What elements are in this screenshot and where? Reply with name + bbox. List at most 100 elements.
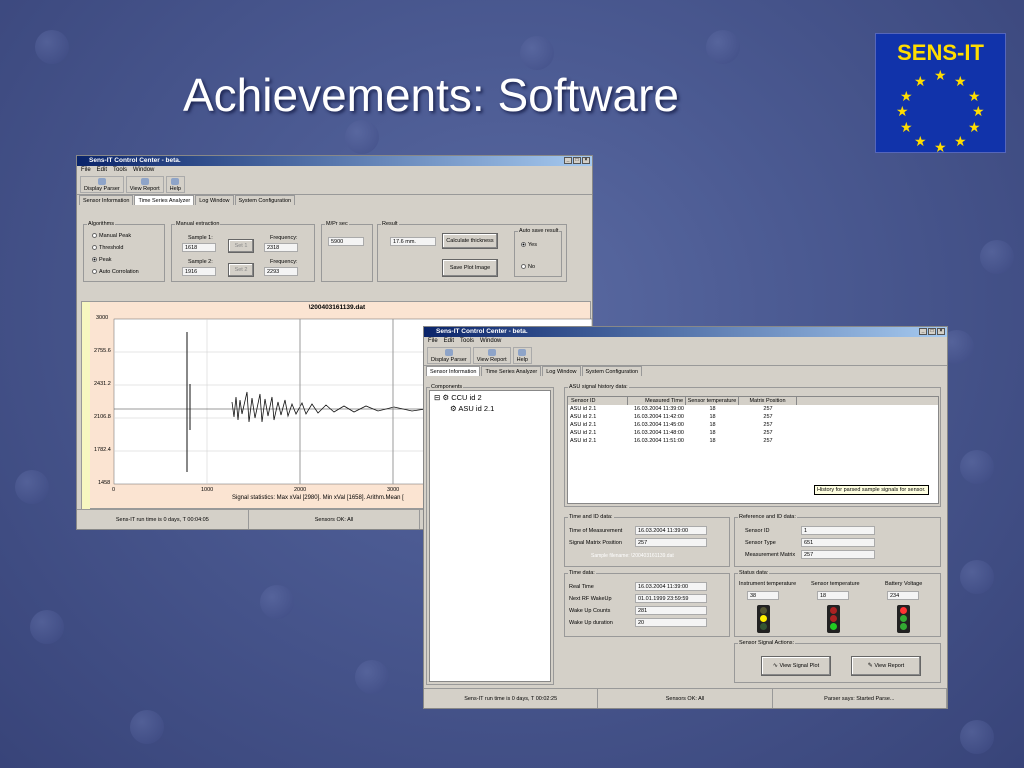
- tab-log-window[interactable]: Log Window: [542, 366, 581, 376]
- ytick-1458: 1458: [98, 480, 111, 486]
- table-cell: 16.03.2004 11:45:00: [633, 422, 684, 428]
- menu-file[interactable]: File: [428, 337, 438, 346]
- sample1-field[interactable]: 1618: [182, 243, 216, 252]
- tab-sensor-information[interactable]: Sensor Information: [79, 195, 134, 205]
- status-sensors: Sensors OK: All: [249, 510, 421, 529]
- menu-edit[interactable]: Edit: [97, 166, 107, 175]
- menu-edit[interactable]: Edit: [444, 337, 454, 346]
- display-parser-button[interactable]: Display Parser: [80, 176, 124, 193]
- table-row[interactable]: ASU id 2.1 16.03.2004 11:45:00 18 257: [568, 421, 938, 429]
- radio-threshold[interactable]: Threshold: [92, 245, 123, 251]
- table-row[interactable]: ASU id 2.1 16.03.2004 11:51:00 18 257: [568, 437, 938, 445]
- sensor-temp-field: 18: [817, 591, 849, 600]
- help-button[interactable]: Help: [512, 347, 532, 364]
- result-group: Result 17.6 mm. Calculate thickness Save…: [377, 221, 567, 282]
- calculate-thickness-button[interactable]: Calculate thickness: [442, 233, 498, 249]
- table-cell: 257: [763, 414, 773, 420]
- table-cell: 18: [709, 438, 716, 444]
- time-data-group: Time data: Real Time 16.03.2004 11:39:00…: [564, 570, 730, 637]
- tab-system-configuration[interactable]: System Configuration: [581, 366, 643, 376]
- star-icon: ★: [954, 73, 967, 89]
- mpr-sec-group: M/Pr sec 5900: [321, 221, 373, 282]
- display-parser-button[interactable]: Display Parser: [427, 347, 471, 364]
- star-icon: ★: [900, 119, 913, 135]
- close-button[interactable]: ×: [937, 328, 945, 335]
- tree-node-asu[interactable]: ⚙ ASU id 2.1: [450, 404, 494, 413]
- table-cell: 18: [709, 430, 716, 436]
- battery-voltage-field: 234: [887, 591, 919, 600]
- auto-save-group: Auto save result Yes No: [514, 228, 562, 277]
- tree-node-ccu[interactable]: ⊟ ⚙ CCU id 2: [434, 393, 482, 402]
- tab-sensor-information[interactable]: Sensor Information: [426, 366, 481, 376]
- help-button[interactable]: Help: [165, 176, 185, 193]
- tab-log-window[interactable]: Log Window: [195, 195, 234, 205]
- table-cell: 18: [709, 406, 716, 412]
- xtick-2000: 2000: [294, 487, 307, 493]
- result-field: 17.6 mm.: [390, 237, 436, 246]
- status-data-group: Status data: Instrument temperature Sens…: [734, 570, 941, 637]
- parser-icon: [97, 178, 106, 185]
- view-signal-plot-button[interactable]: ∿ View Signal Plot: [761, 656, 831, 676]
- table-cell: ASU id 2.1: [570, 406, 597, 412]
- signal-icon: ∿: [772, 663, 778, 669]
- maximize-button[interactable]: □: [928, 328, 936, 335]
- ytick-2431: 2431.2: [94, 381, 111, 387]
- table-row[interactable]: ASU id 2.1 16.03.2004 11:42:00 18 257: [568, 413, 938, 421]
- menu-tools[interactable]: Tools: [460, 337, 474, 346]
- mpr-sec-field[interactable]: 5900: [328, 237, 364, 246]
- sample2-field[interactable]: 1916: [182, 267, 216, 276]
- star-icon: ★: [896, 103, 909, 119]
- freq1-field[interactable]: 2318: [264, 243, 298, 252]
- ytick-3000: 3000: [96, 315, 109, 321]
- freq2-field[interactable]: 2293: [264, 267, 298, 276]
- menu-file[interactable]: File: [81, 166, 91, 175]
- maximize-button[interactable]: □: [573, 157, 581, 164]
- algorithms-group: Algorithms Manual Peak Threshold Peak Au…: [83, 221, 165, 282]
- star-icon: ★: [968, 119, 981, 135]
- table-cell: 16.03.2004 11:39:00: [633, 406, 684, 412]
- reference-id-group: Reference and ID data: Sensor ID 1 Senso…: [734, 514, 941, 567]
- view-report-button[interactable]: View Report: [125, 176, 164, 193]
- table-cell: 16.03.2004 11:48:00: [633, 430, 684, 436]
- radio-manual-peak[interactable]: Manual Peak: [92, 233, 131, 239]
- menu-window[interactable]: Window: [133, 166, 154, 175]
- set2-button[interactable]: Set 2: [228, 263, 254, 277]
- radio-auto-corrolation[interactable]: Auto Corrolation: [92, 269, 139, 275]
- tab-time-series-analyzer[interactable]: Time Series Analyzer: [134, 195, 195, 205]
- status-parser: Parser says: Started Parse...: [773, 689, 947, 708]
- table-cell: 257: [763, 430, 773, 436]
- set1-button[interactable]: Set 1: [228, 239, 254, 253]
- table-row[interactable]: ASU id 2.1 16.03.2004 11:48:00 18 257: [568, 429, 938, 437]
- status-runtime: Sens-IT run time is 0 days, T 00:02:25: [424, 689, 599, 708]
- save-plot-image-button[interactable]: Save Plot Image: [442, 259, 498, 277]
- menu-window[interactable]: Window: [480, 337, 501, 346]
- view-report-button[interactable]: View Report: [472, 347, 511, 364]
- history-table: Sensor ID Measured Time Sensor temperatu…: [567, 396, 939, 504]
- close-button[interactable]: ×: [582, 157, 590, 164]
- radio-peak[interactable]: Peak: [92, 257, 112, 263]
- star-icon: ★: [934, 139, 947, 155]
- table-cell: ASU id 2.1: [570, 430, 597, 436]
- minimize-button[interactable]: _: [919, 328, 927, 335]
- table-cell: ASU id 2.1: [570, 422, 597, 428]
- radio-yes[interactable]: Yes: [521, 242, 537, 248]
- parser-icon: [444, 349, 453, 356]
- menu-tools[interactable]: Tools: [113, 166, 127, 175]
- logo-text: SENS-IT: [897, 40, 984, 65]
- history-tooltip: History for parsed sample signals for se…: [814, 485, 929, 495]
- status-runtime: Sens-IT run time is 0 days, T 00:04:05: [77, 510, 249, 529]
- radio-no[interactable]: No: [521, 264, 535, 270]
- signal-statistics: Signal statistics: Max xVal [2980]. Min …: [232, 495, 404, 501]
- wakeup-counts-field: 281: [635, 606, 707, 615]
- minimize-button[interactable]: _: [564, 157, 572, 164]
- tab-time-series-analyzer[interactable]: Time Series Analyzer: [481, 366, 542, 376]
- table-cell: 257: [763, 406, 773, 412]
- tab-system-configuration[interactable]: System Configuration: [234, 195, 296, 205]
- sensor-id-field: 1: [801, 526, 875, 535]
- view-report-action-button[interactable]: ✎ View Report: [851, 656, 921, 676]
- time-id-group: Time and ID data: Time of Measurement 16…: [564, 514, 730, 567]
- table-row[interactable]: ASU id 2.1 16.03.2004 11:39:00 18 257: [568, 405, 938, 413]
- real-time-field: 16.03.2004 11:39:00: [635, 582, 707, 591]
- ccu-icon: ⚙: [442, 393, 450, 402]
- time-of-measurement-field: 16.03.2004 11:39:00: [635, 526, 707, 535]
